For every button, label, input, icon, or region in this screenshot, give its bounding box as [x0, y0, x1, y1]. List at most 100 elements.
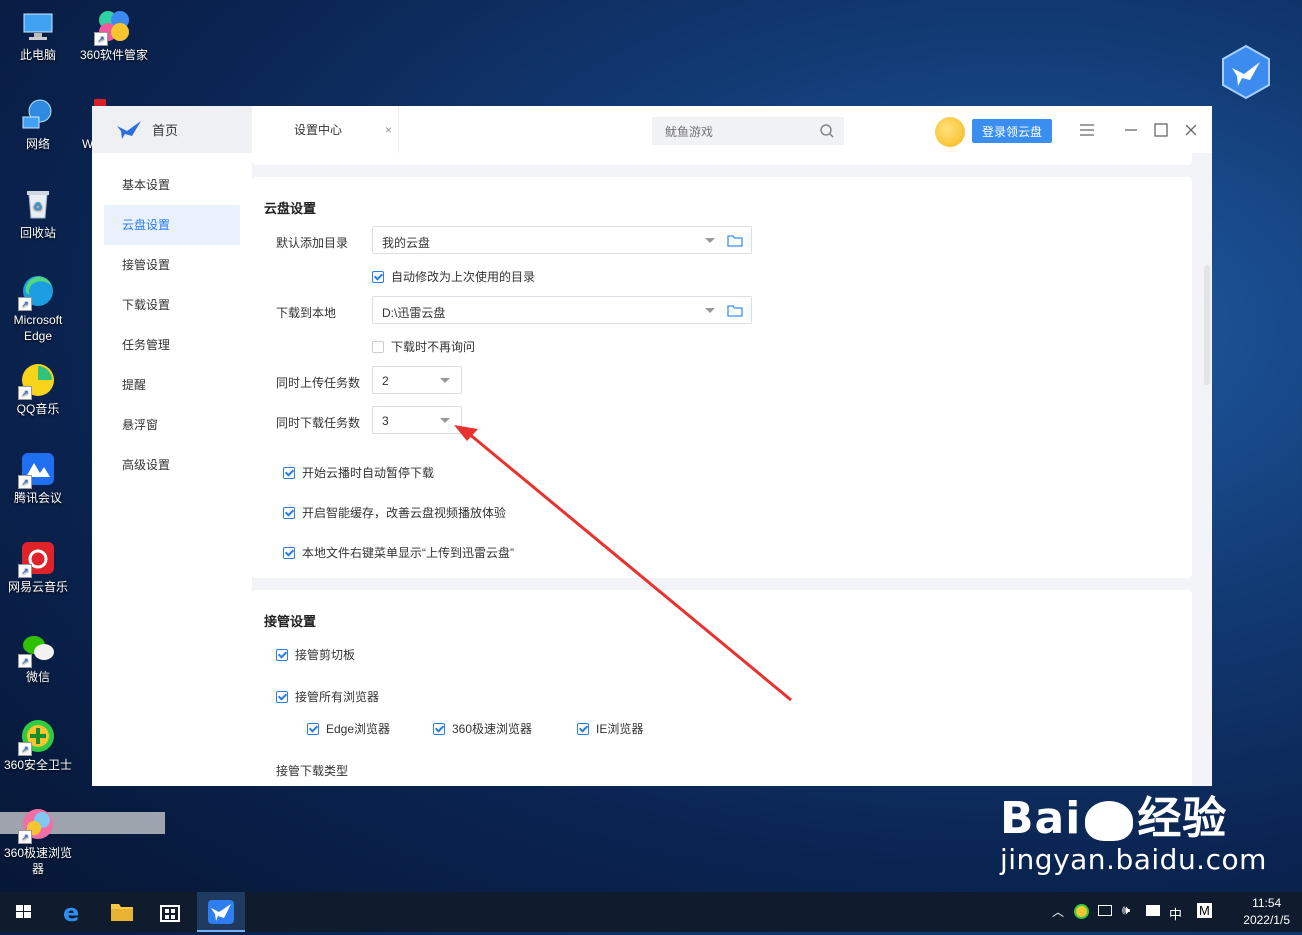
clock-date: 2022/1/5: [1243, 913, 1290, 927]
desktop-icon-wechat[interactable]: ↗ 微信: [0, 630, 76, 685]
tab-home[interactable]: 首页: [92, 106, 252, 153]
checkbox-checked-icon[interactable]: [283, 506, 295, 519]
no-ask-checkbox[interactable]: 下载时不再询问: [372, 338, 475, 355]
upload-tasks-select[interactable]: 2: [372, 366, 462, 394]
sidebar-item-download[interactable]: 下载设置: [104, 285, 240, 325]
sidebar-item-floating[interactable]: 悬浮窗: [104, 405, 240, 445]
clock[interactable]: 11:54 2022/1/5: [1243, 895, 1290, 929]
xunlei-bird-icon: [208, 900, 234, 924]
smart-cache-checkbox[interactable]: 开启智能缓存，改善云盘视频播放体验: [283, 504, 506, 521]
desktop-icon-label: 腾讯会议: [13, 491, 62, 505]
taskbar-xunlei[interactable]: [197, 892, 245, 932]
takeover-settings-card: 接管设置 接管剪切板 接管所有浏览器 Edge浏览器 360极速浏览器 IE浏览…: [252, 590, 1192, 786]
search-input[interactable]: [663, 117, 817, 147]
cloud-settings-card: 云盘设置 默认添加目录 我的云盘 自动修改为上次使用的目录 下载到本地 D:\迅…: [252, 177, 1192, 578]
taskbar-file-explorer[interactable]: [98, 892, 146, 932]
checkbox-checked-icon[interactable]: [283, 546, 295, 559]
sidebar-item-reminder[interactable]: 提醒: [104, 365, 240, 405]
scrollbar-thumb[interactable]: [1204, 265, 1210, 385]
close-icon[interactable]: [1181, 120, 1201, 140]
paw-icon: [1085, 801, 1134, 841]
chevron-down-icon[interactable]: [440, 378, 450, 383]
clock-time: 11:54: [1252, 896, 1282, 910]
sidebar-item-takeover[interactable]: 接管设置: [104, 245, 240, 285]
desktop-icon-360-manager[interactable]: ↗ 360软件管家: [76, 8, 152, 63]
ime-indicator[interactable]: 中: [1169, 904, 1182, 923]
tab-close-icon[interactable]: ×: [385, 123, 392, 137]
auto-pause-checkbox[interactable]: 开始云播时自动暂停下载: [283, 464, 434, 481]
desktop-icon-360-safe[interactable]: ↗ 360安全卫士: [0, 718, 76, 773]
volume-icon[interactable]: 🕪: [1122, 902, 1130, 918]
auto-modify-label: 自动修改为上次使用的目录: [391, 270, 536, 284]
sidebar-item-advanced[interactable]: 高级设置: [104, 445, 240, 485]
edge-e-icon: e: [63, 899, 79, 927]
desktop-icon-360-speed-browser[interactable]: ↗ 360极速浏览器: [0, 806, 76, 877]
context-menu-checkbox[interactable]: 本地文件右键菜单显示“上传到迅雷云盘”: [283, 544, 514, 561]
ime-mode-indicator[interactable]: M: [1197, 903, 1212, 918]
checkbox-checked-icon[interactable]: [433, 722, 445, 735]
all-browsers-checkbox[interactable]: 接管所有浏览器: [276, 688, 379, 705]
checkbox-checked-icon[interactable]: [577, 722, 589, 735]
desktop-icon-label: QQ音乐: [16, 402, 60, 416]
notification-icon[interactable]: [1146, 905, 1160, 916]
checkbox-unchecked-icon[interactable]: [372, 340, 384, 353]
desktop-icon-edge[interactable]: ↗ Microsoft Edge: [0, 273, 76, 344]
minimize-icon[interactable]: [1121, 120, 1141, 140]
desktop-icon-network[interactable]: 网络: [0, 97, 76, 152]
chevron-up-icon[interactable]: ︿: [1052, 903, 1064, 920]
edge-checkbox[interactable]: Edge浏览器: [307, 720, 390, 737]
start-button[interactable]: [0, 892, 48, 932]
auto-pause-label: 开始云播时自动暂停下载: [302, 466, 435, 480]
shortcut-arrow-icon: ↗: [18, 742, 32, 756]
taskbar-edge[interactable]: e: [50, 892, 98, 932]
chevron-down-icon[interactable]: [440, 418, 450, 423]
sidebar-item-basic[interactable]: 基本设置: [104, 165, 240, 205]
clipboard-checkbox[interactable]: 接管剪切板: [276, 646, 355, 663]
tencent-meeting-icon: ↗: [18, 451, 56, 489]
search-box[interactable]: [652, 117, 844, 147]
xunlei-window: 首页 设置中心 × 登录领云盘 基本设置 云盘设置 接管设置 下载设置 任务管理…: [92, 106, 1212, 786]
360-safe-icon: ↗: [18, 718, 56, 756]
desktop-icon-label: 此电脑: [19, 48, 56, 62]
checkbox-checked-icon[interactable]: [307, 722, 319, 735]
speed360-checkbox[interactable]: 360极速浏览器: [433, 720, 532, 737]
xunlei-floating-icon[interactable]: [1220, 44, 1272, 100]
computer-icon: [20, 8, 56, 44]
chevron-down-icon[interactable]: [705, 308, 715, 313]
checkbox-checked-icon[interactable]: [372, 270, 384, 283]
360-tray-icon[interactable]: [1074, 904, 1089, 919]
network-icon[interactable]: [1098, 905, 1112, 916]
taskbar: e ︿ 🕪 中 M 11:54 2022/1/5: [0, 892, 1302, 932]
checkbox-checked-icon[interactable]: [283, 466, 295, 479]
folder-icon[interactable]: [727, 304, 743, 317]
taskbar-store[interactable]: [146, 892, 194, 932]
360-speed-browser-icon: ↗: [18, 806, 56, 844]
previous-card-bottom: [252, 153, 1192, 165]
folder-icon[interactable]: [727, 234, 743, 247]
download-tasks-select[interactable]: 3: [372, 406, 462, 434]
login-button[interactable]: 登录领云盘: [972, 119, 1052, 143]
desktop-icon-netease-music[interactable]: ↗ 网易云音乐: [0, 540, 76, 595]
checkbox-checked-icon[interactable]: [276, 690, 288, 703]
default-dir-select[interactable]: 我的云盘: [372, 226, 752, 254]
edge-browser-icon: ↗: [18, 273, 56, 311]
avatar[interactable]: [935, 117, 965, 147]
auto-modify-checkbox[interactable]: 自动修改为上次使用的目录: [372, 268, 535, 285]
tab-settings[interactable]: 设置中心 ×: [252, 106, 399, 153]
title-bar: 首页 设置中心 × 登录领云盘: [92, 106, 1212, 153]
sidebar-item-cloud[interactable]: 云盘设置: [104, 205, 240, 245]
sidebar-item-tasks[interactable]: 任务管理: [104, 325, 240, 365]
desktop-icon-qq-music[interactable]: ↗ QQ音乐: [0, 362, 76, 417]
desktop-icon-recycle-bin[interactable]: ♻ 回收站: [0, 186, 76, 241]
smart-cache-label: 开启智能缓存，改善云盘视频播放体验: [302, 506, 507, 520]
chevron-down-icon[interactable]: [705, 238, 715, 243]
search-icon[interactable]: [820, 124, 834, 138]
checkbox-checked-icon[interactable]: [276, 648, 288, 661]
desktop-icon-tencent-meeting[interactable]: ↗ 腾讯会议: [0, 451, 76, 506]
shortcut-arrow-icon: ↗: [94, 32, 108, 46]
desktop-icon-this-pc[interactable]: 此电脑: [0, 8, 76, 63]
download-local-select[interactable]: D:\迅雷云盘: [372, 296, 752, 324]
maximize-icon[interactable]: [1151, 120, 1171, 140]
ie-checkbox[interactable]: IE浏览器: [577, 720, 643, 737]
menu-icon[interactable]: [1077, 120, 1097, 140]
